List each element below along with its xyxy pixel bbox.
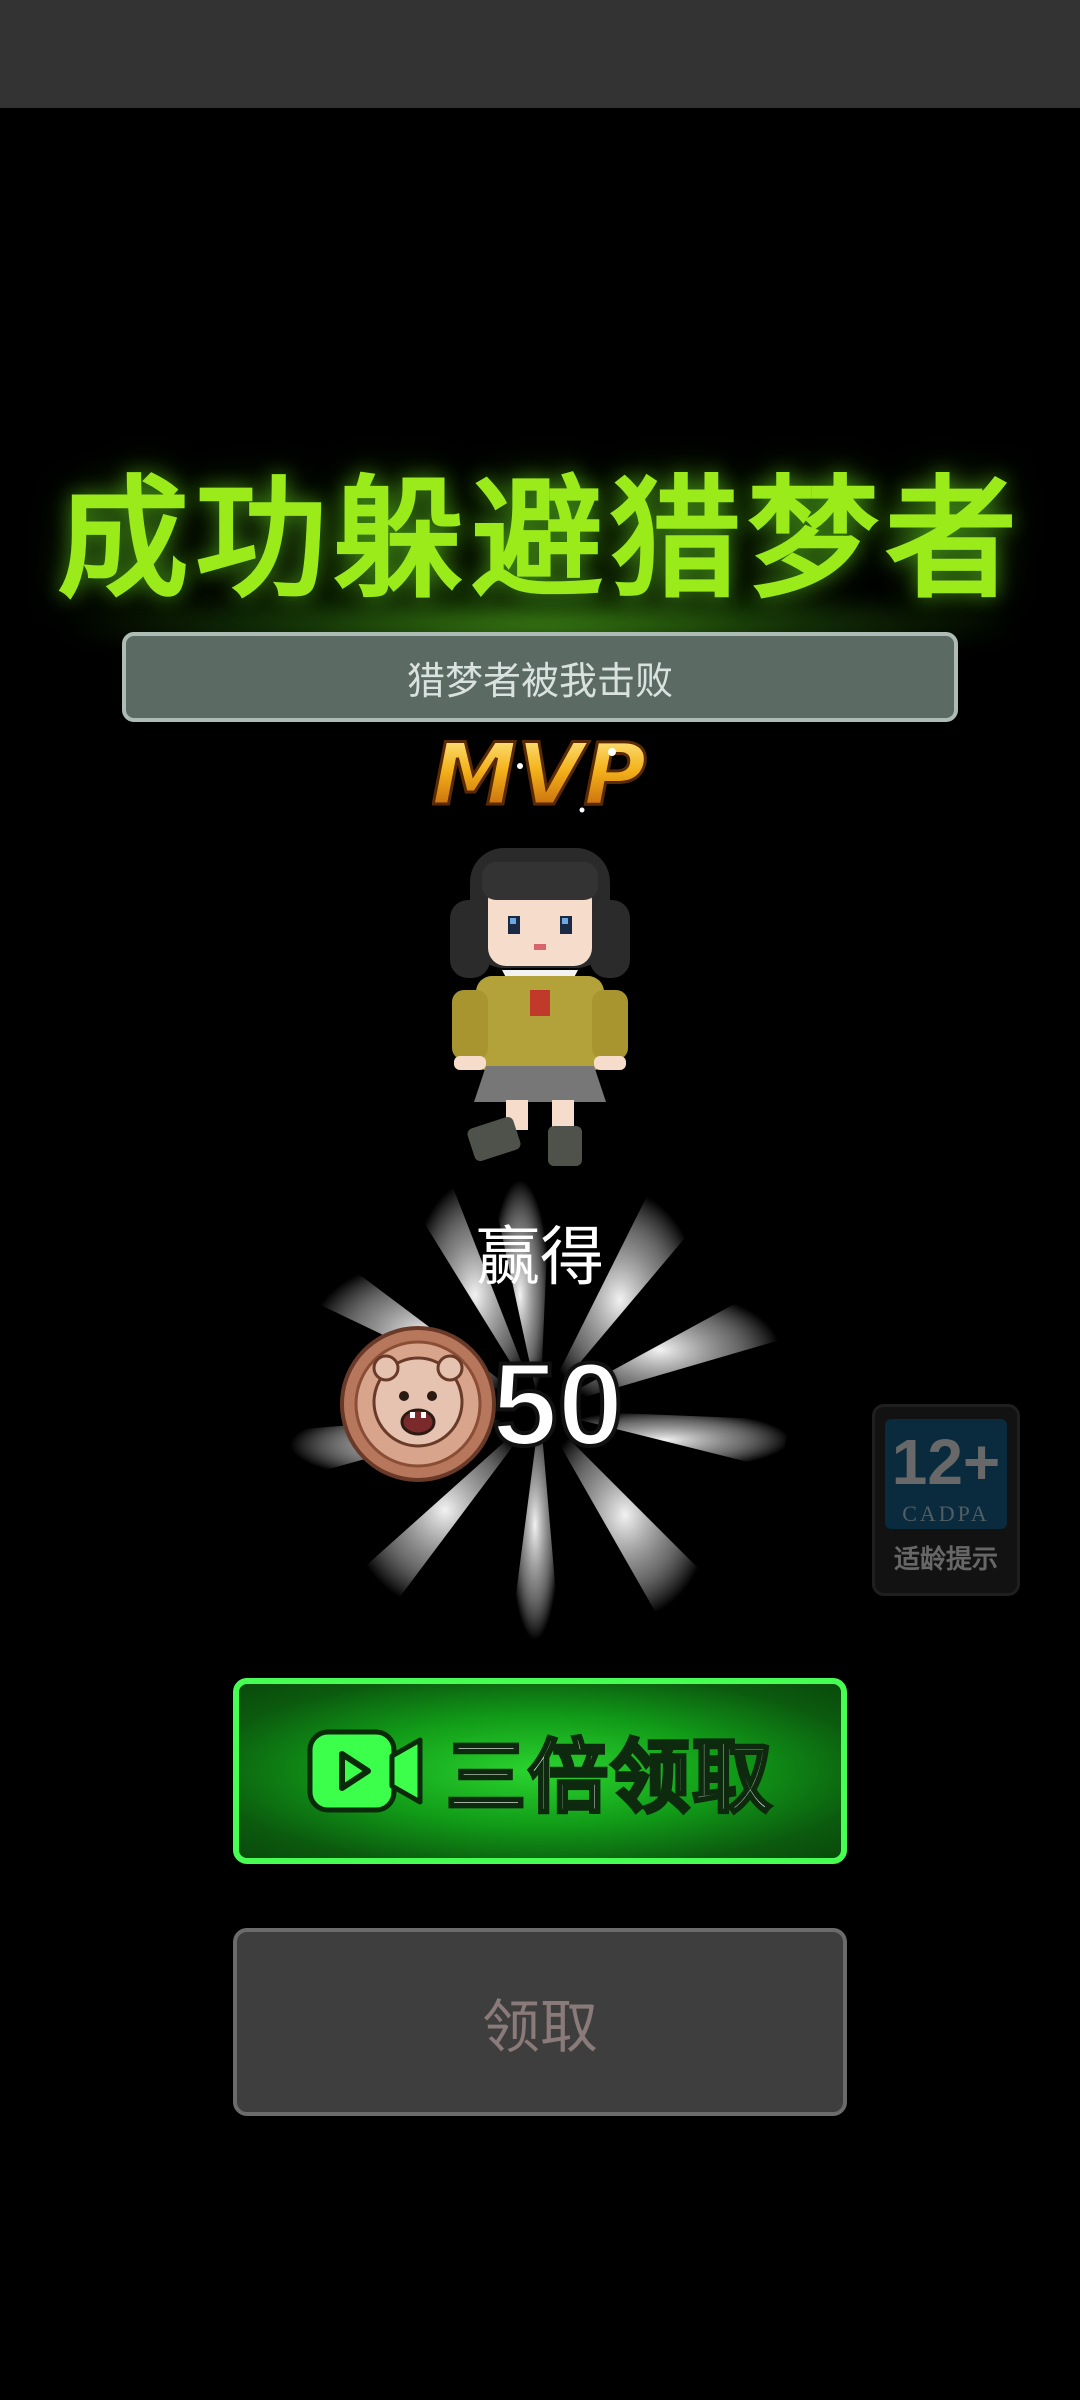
claim-button[interactable]: 领取 bbox=[233, 1928, 847, 2116]
result-title: 成功躲避猎梦者 bbox=[57, 463, 1023, 617]
result-subtitle: 猎梦者被我击败 bbox=[406, 658, 673, 703]
age-rating-brand: CADPA bbox=[902, 1501, 990, 1526]
earned-label: 赢得 bbox=[476, 1221, 604, 1295]
age-rating-tip: 适龄提示 bbox=[893, 1545, 998, 1575]
triple-claim-label: 三倍领取 bbox=[445, 1730, 774, 1826]
claim-label: 领取 bbox=[481, 1993, 598, 2061]
bear-coin-icon bbox=[340, 1326, 496, 1482]
video-camera-icon bbox=[307, 1729, 423, 1813]
result-subtitle-bar: 猎梦者被我击败 bbox=[122, 632, 958, 722]
triple-claim-button[interactable]: 三倍领取 bbox=[233, 1678, 847, 1864]
mvp-text: MVP bbox=[432, 725, 647, 825]
mvp-badge: MVP bbox=[432, 724, 647, 827]
player-character bbox=[450, 848, 630, 1166]
status-bar bbox=[0, 0, 1080, 108]
reward-amount: 50 bbox=[490, 1338, 625, 1472]
age-rating-number: 12+ bbox=[891, 1426, 1001, 1498]
age-rating-badge: 12+ CADPA 适龄提示 bbox=[872, 1404, 1020, 1596]
